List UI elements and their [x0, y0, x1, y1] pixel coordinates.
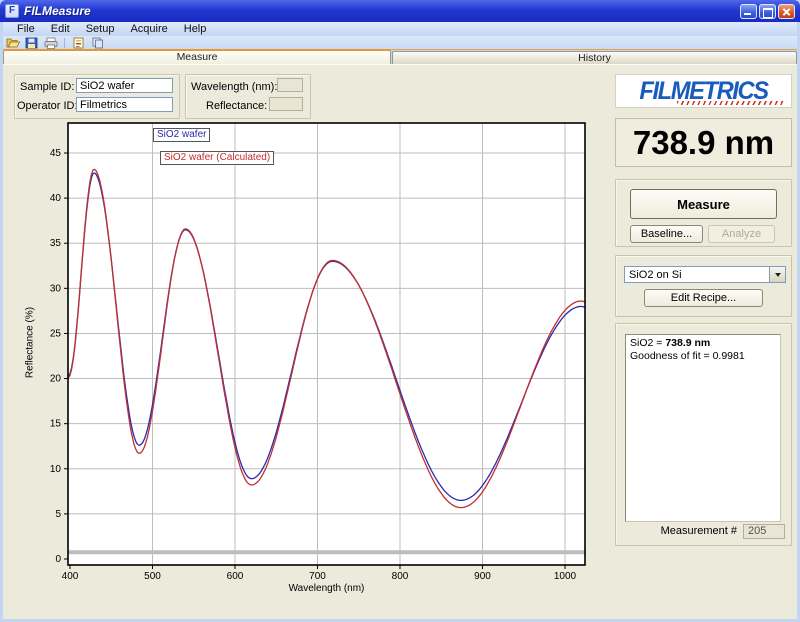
edit-recipe-button[interactable]: Edit Recipe...: [644, 289, 763, 307]
legend-calculated: SiO2 wafer (Calculated): [160, 151, 274, 165]
measurement-row: Measurement #: [625, 522, 785, 540]
spectrum-chart: 400 500 600 700 800 900 1000 0 5 10 15 20 25 30 35 40 45…: [8, 119, 600, 603]
measurement-number-field: [743, 524, 785, 539]
sample-id-label: Sample ID:: [20, 81, 74, 93]
thickness-readout: 738.9 nm: [615, 118, 792, 167]
maximize-button[interactable]: [759, 4, 776, 19]
wavelength-label: Wavelength (nm):: [191, 81, 277, 93]
operator-id-label: Operator ID:: [17, 100, 78, 112]
svg-text:0: 0: [55, 554, 61, 565]
x-axis-title: Wavelength (nm): [68, 583, 585, 594]
menu-acquire[interactable]: Acquire: [122, 23, 175, 35]
title-bar: F FILMeasure: [0, 0, 800, 22]
svg-text:10: 10: [50, 464, 62, 475]
operator-id-input[interactable]: [76, 97, 173, 112]
svg-text:40: 40: [50, 193, 62, 204]
print-icon[interactable]: [43, 37, 58, 49]
svg-text:25: 25: [50, 328, 62, 339]
svg-text:45: 45: [50, 148, 62, 159]
baseline-button[interactable]: Baseline...: [630, 225, 703, 243]
chevron-down-icon[interactable]: [769, 267, 785, 282]
svg-text:1000: 1000: [554, 571, 577, 582]
menu-edit[interactable]: Edit: [43, 23, 78, 35]
menu-file[interactable]: File: [9, 23, 43, 35]
menu-bar: File Edit Setup Acquire Help: [3, 22, 797, 36]
y-axis-title: Reflectance (%): [25, 153, 36, 533]
result-line-thickness: SiO2 = 738.9 nm: [630, 337, 776, 350]
svg-text:400: 400: [62, 571, 79, 582]
toolbar-separator: [64, 38, 65, 48]
measurement-number-label: Measurement #: [661, 525, 737, 537]
legend-measured: SiO2 wafer: [153, 128, 210, 142]
logo-hatch-decoration: [677, 101, 785, 105]
svg-text:5: 5: [55, 509, 61, 520]
menu-setup[interactable]: Setup: [78, 23, 123, 35]
tab-history[interactable]: History: [392, 51, 797, 64]
svg-text:35: 35: [50, 238, 62, 249]
reflectance-label: Reflectance:: [206, 100, 267, 112]
svg-text:700: 700: [309, 571, 326, 582]
measure-panel: Sample ID: Operator ID: Wavelength (nm):…: [3, 64, 797, 619]
measure-button[interactable]: Measure: [630, 189, 777, 219]
recipe-groupbox: [615, 255, 792, 317]
svg-text:600: 600: [227, 571, 244, 582]
svg-text:500: 500: [144, 571, 161, 582]
svg-text:30: 30: [50, 283, 62, 294]
analyze-button[interactable]: Analyze: [708, 225, 775, 243]
svg-text:900: 900: [474, 571, 491, 582]
window-title: FILMeasure: [24, 4, 91, 18]
sample-id-input[interactable]: [76, 78, 173, 93]
svg-text:15: 15: [50, 419, 62, 430]
recipe-select[interactable]: SiO2 on Si: [624, 266, 786, 283]
wavelength-field: [277, 78, 303, 92]
close-button[interactable]: [778, 4, 795, 19]
result-line-gof: Goodness of fit = 0.9981: [630, 350, 776, 363]
open-icon[interactable]: [5, 37, 20, 49]
copy-icon[interactable]: [90, 37, 105, 49]
save-icon[interactable]: [24, 37, 39, 49]
minimize-button[interactable]: [740, 4, 757, 19]
toolbar: [3, 36, 797, 49]
spectrum-plot: 400 500 600 700 800 900 1000 0 5 10 15 20 25 30 35 40 45: [8, 119, 600, 603]
filmeasure-window: F FILMeasure File Edit Setup Acquire Hel…: [0, 0, 800, 622]
filmetrics-logo: FILMETRICS: [615, 74, 792, 108]
reflectance-field: [269, 97, 303, 111]
svg-text:20: 20: [50, 374, 62, 385]
recipe-selected-value: SiO2 on Si: [629, 269, 682, 281]
app-icon: F: [5, 4, 19, 18]
report-icon[interactable]: [71, 37, 86, 49]
svg-text:800: 800: [392, 571, 409, 582]
menu-help[interactable]: Help: [176, 23, 215, 35]
results-box: SiO2 = 738.9 nm Goodness of fit = 0.9981: [625, 334, 781, 522]
tab-measure[interactable]: Measure: [3, 49, 391, 64]
